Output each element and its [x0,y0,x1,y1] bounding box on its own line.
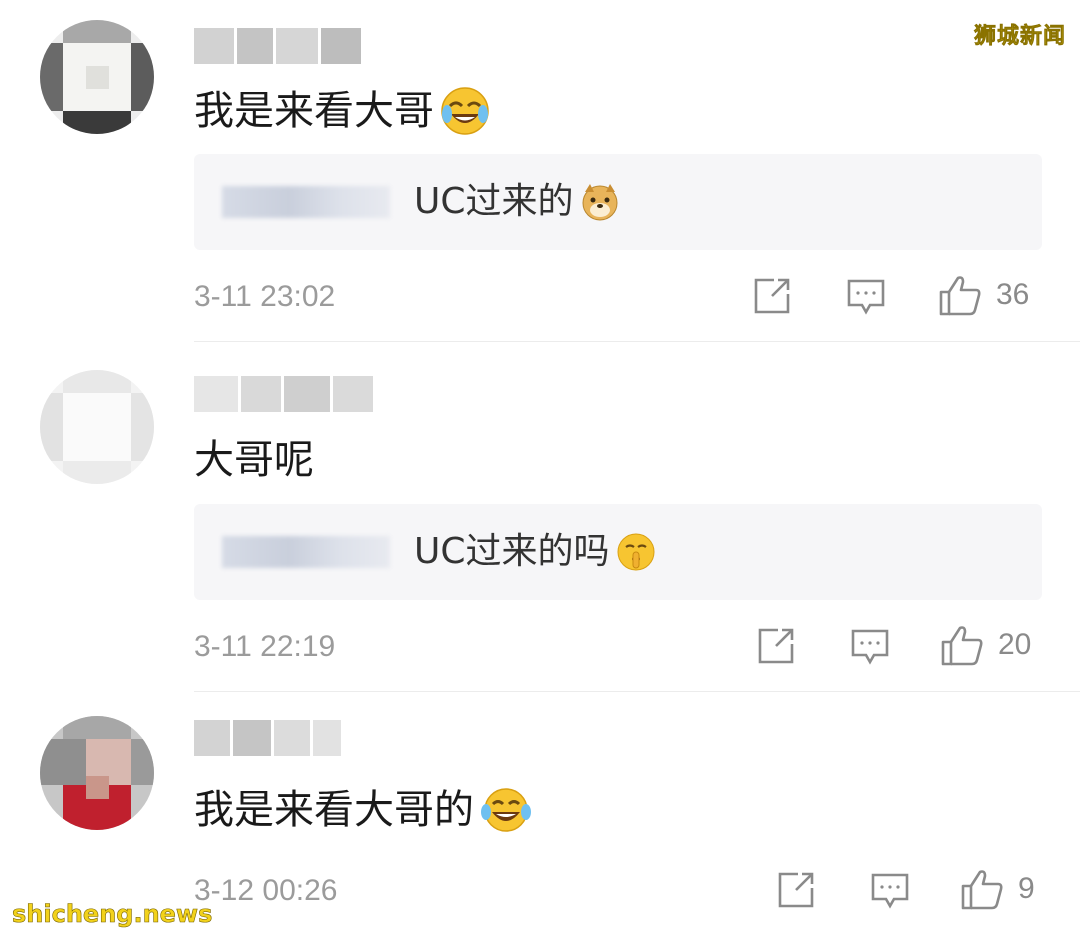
like-button[interactable]: 9 [960,868,1035,910]
comment-icon [871,873,909,909]
reply-button[interactable] [870,872,910,910]
share-button[interactable] [776,870,816,910]
comment-item: 我是来看大哥的 3-12 00:26 9 [0,0,1080,938]
comment-text: 我是来看大哥的 [194,786,532,834]
share-icon [778,872,814,908]
like-count: 9 [1018,872,1035,905]
user-avatar[interactable] [40,716,154,830]
comment-body: 我是来看大哥的 [194,787,474,833]
username-redacted[interactable] [194,720,344,756]
comment-timestamp: 3-12 00:26 [194,874,338,907]
tears-of-joy-emoji [481,788,531,832]
thumbs-up-icon [961,870,1003,910]
